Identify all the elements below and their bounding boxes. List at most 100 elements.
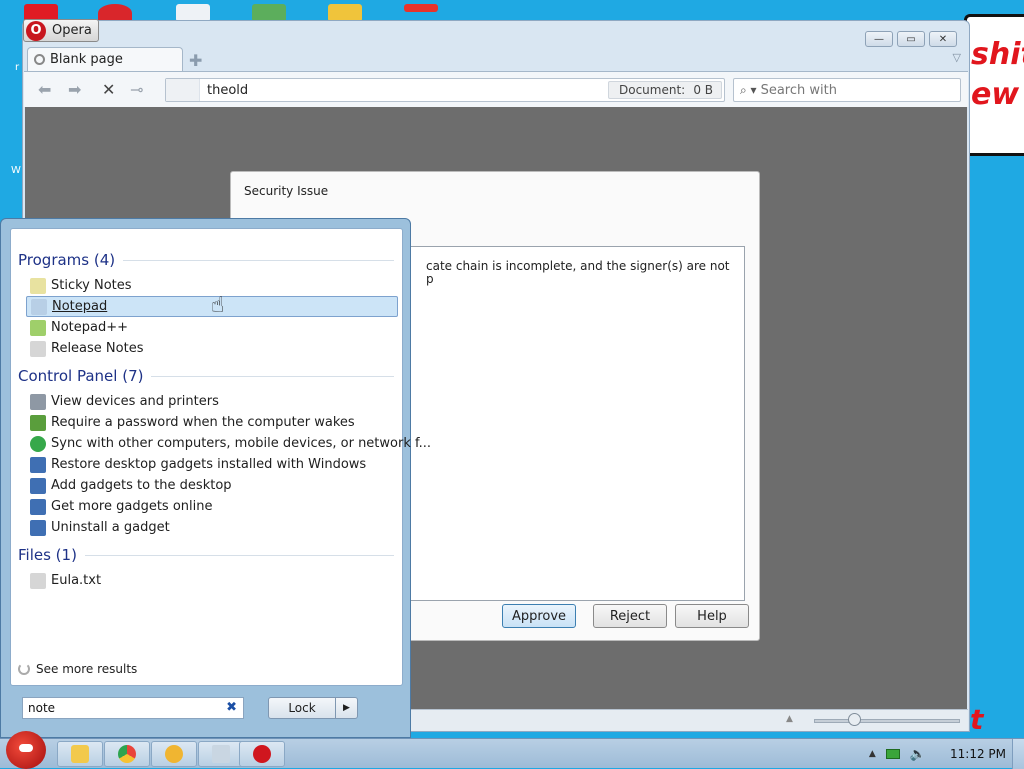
restore-icon[interactable]: ▭ (897, 31, 925, 47)
power-options-arrow-icon[interactable]: ▶ (335, 698, 357, 718)
desktop-edge-letter: W (11, 165, 21, 176)
search-icon[interactable]: ⌕ ▾ (740, 83, 757, 98)
chevron-down-icon[interactable]: ▽ (953, 51, 961, 64)
volume-icon[interactable]: 🔈 (910, 747, 926, 762)
opera-app-icon (253, 745, 271, 763)
sync-icon (30, 435, 46, 452)
result-item-label: Notepad++ (51, 320, 129, 335)
browser-toolbar: ⬅ ➡ ✕ ⊸ theold Document: 0 B ⌕ ▾ Search … (24, 71, 968, 107)
tab-blank-page[interactable]: Blank page (27, 47, 183, 71)
start-orb-eye (19, 744, 33, 752)
loading-icon (34, 54, 45, 65)
result-item-add-gadgets[interactable]: Add gadgets to the desktop (26, 475, 398, 496)
dialog-title: Security Issue (244, 184, 329, 198)
show-hidden-icons-icon[interactable]: ▲ (869, 749, 876, 759)
back-arrow-icon[interactable]: ⬅ (38, 80, 51, 99)
result-item-label: Sticky Notes (51, 278, 132, 293)
result-item-notepad-plus-plus[interactable]: Notepad++ (26, 317, 398, 338)
result-item-label: Notepad (52, 299, 108, 314)
see-more-label: See more results (36, 662, 138, 676)
desktop-icon-red-text[interactable] (404, 4, 438, 12)
section-heading-control-panel[interactable]: Control Panel (7) (18, 367, 394, 385)
close-icon[interactable]: ✕ (929, 31, 957, 47)
address-bar[interactable]: theold Document: 0 B (165, 78, 725, 102)
taskbar-gear-app-button[interactable] (151, 741, 197, 767)
start-button[interactable] (6, 731, 46, 769)
result-item-label: Eula.txt (51, 573, 102, 588)
desktop-banner-image: shit ew (964, 14, 1024, 156)
chrome-icon (118, 745, 136, 763)
zoom-up-icon[interactable]: ▲ (786, 714, 793, 724)
reject-button[interactable]: Reject (593, 604, 667, 628)
help-button[interactable]: Help (675, 604, 749, 628)
desktop-edge-letter: r (15, 62, 20, 73)
sticky-notes-icon (30, 277, 46, 294)
minimize-icon[interactable]: — (865, 31, 893, 47)
opera-logo-icon: O (26, 20, 46, 41)
notepad-icon (31, 298, 47, 315)
section-heading-label: Control Panel (7) (18, 367, 144, 385)
forward-arrow-icon[interactable]: ➡ (68, 80, 81, 99)
plus-icon[interactable]: ✚ (189, 51, 202, 70)
start-menu: Programs (4) Sticky Notes Notepad Notepa… (0, 218, 431, 738)
document-size: 0 B (693, 83, 713, 97)
result-item-eula[interactable]: Eula.txt (26, 570, 398, 591)
document-icon (30, 340, 46, 357)
opera-menu-button[interactable]: O Opera (23, 19, 99, 42)
result-item-release-notes[interactable]: Release Notes (26, 338, 398, 359)
lock-button[interactable]: Lock ▶ (268, 697, 358, 719)
result-item-more-gadgets[interactable]: Get more gadgets online (26, 496, 398, 517)
zoom-slider[interactable] (814, 719, 960, 723)
result-item-label: Sync with other computers, mobile device… (51, 436, 432, 451)
see-more-results-link[interactable]: See more results (18, 662, 137, 676)
lock-label: Lock (288, 701, 316, 715)
result-item-label: Restore desktop gadgets installed with W… (51, 457, 367, 472)
dialog-message-tail: p (426, 272, 434, 286)
result-item-sync[interactable]: Sync with other computers, mobile device… (26, 433, 431, 454)
search-spinner-icon (18, 663, 30, 675)
address-input[interactable]: theold (207, 83, 248, 98)
site-info-icon[interactable] (166, 79, 200, 101)
result-item-restore-gadgets[interactable]: Restore desktop gadgets installed with W… (26, 454, 398, 475)
clear-search-icon[interactable]: ✖ (226, 700, 237, 715)
show-desktop-button[interactable] (1012, 739, 1024, 769)
banner-text-line1: shit (971, 37, 1024, 72)
result-item-require-password[interactable]: Require a password when the computer wak… (26, 412, 398, 433)
clock[interactable]: 11:12 PM (950, 747, 1006, 761)
taskbar-explorer-button[interactable] (57, 741, 103, 767)
dialog-message-line: cate chain is incomplete, and the signer… (426, 259, 730, 273)
key-icon[interactable]: ⊸ (130, 80, 143, 99)
stop-icon[interactable]: ✕ (102, 80, 115, 99)
gadgets-icon (30, 498, 46, 515)
notepad-app-icon (212, 745, 230, 763)
tab-title: Blank page (50, 52, 123, 67)
section-heading-label: Files (1) (18, 546, 77, 564)
printer-icon (30, 393, 46, 410)
result-item-label: Release Notes (51, 341, 144, 356)
result-item-devices-printers[interactable]: View devices and printers (26, 391, 398, 412)
zoom-slider-handle[interactable] (848, 713, 861, 726)
explorer-icon (71, 745, 89, 763)
taskbar-notepad-button[interactable] (198, 741, 244, 767)
section-heading-programs[interactable]: Programs (4) (18, 251, 394, 269)
desktop-edge-text: t (970, 703, 984, 736)
gadgets-icon (30, 456, 46, 473)
network-icon[interactable] (885, 749, 900, 759)
taskbar-chrome-button[interactable] (104, 741, 150, 767)
dialog-message: cate chain is incomplete, and the signer… (426, 260, 736, 286)
section-heading-files[interactable]: Files (1) (18, 546, 394, 564)
approve-button[interactable]: Approve (502, 604, 576, 628)
banner-text-line2: ew (971, 77, 1020, 112)
result-item-uninstall-gadget[interactable]: Uninstall a gadget (26, 517, 398, 538)
system-tray: ▲ 🔈 11:12 PM (869, 739, 1024, 769)
gadgets-icon (30, 519, 46, 536)
start-search-input[interactable]: note ✖ (22, 697, 244, 719)
taskbar-opera-button[interactable] (239, 741, 285, 767)
power-options-icon (30, 414, 46, 431)
result-item-label: Uninstall a gadget (51, 520, 170, 535)
opera-menu-label: Opera (52, 23, 92, 38)
search-results-panel: Programs (4) Sticky Notes Notepad Notepa… (10, 228, 431, 686)
search-field[interactable]: ⌕ ▾ Search with (733, 78, 961, 102)
notepad-plus-plus-icon (30, 319, 46, 336)
result-item-label: Require a password when the computer wak… (51, 415, 355, 430)
